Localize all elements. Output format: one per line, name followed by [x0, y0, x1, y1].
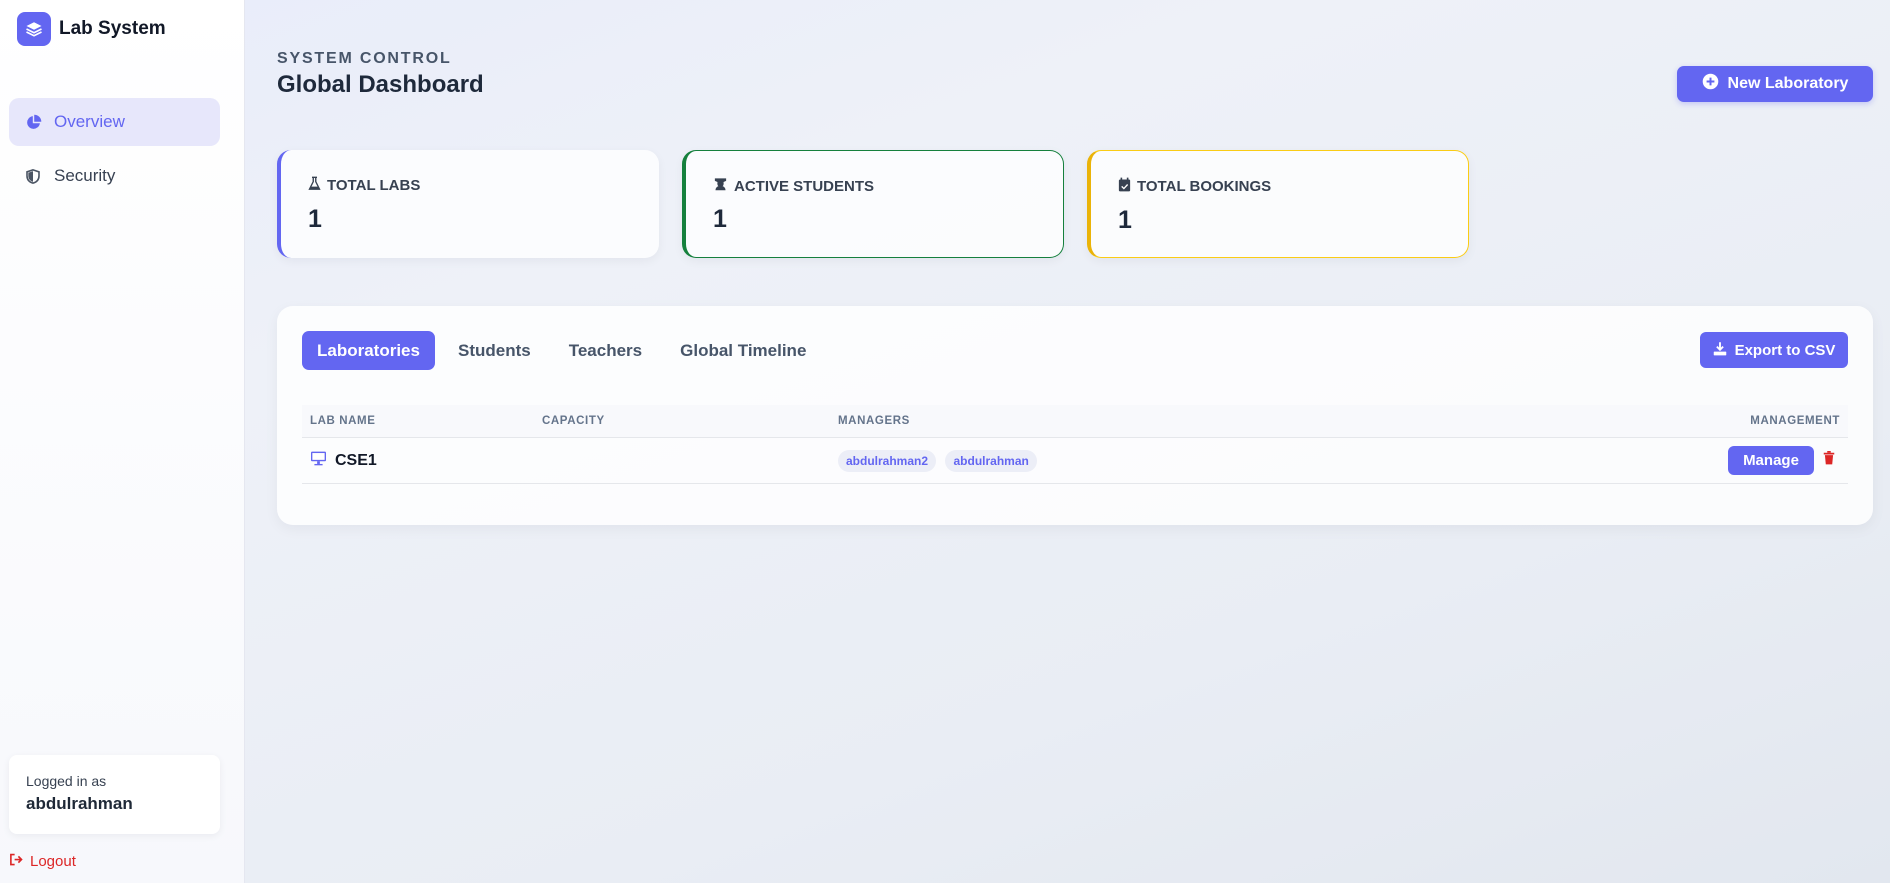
manager-chip: abdulrahman: [945, 449, 1037, 472]
managers-cell: abdulrahman2 abdulrahman: [838, 449, 1668, 472]
tab-global-timeline[interactable]: Global Timeline: [665, 331, 821, 370]
sidebar-item-overview[interactable]: Overview: [9, 98, 220, 146]
new-laboratory-button[interactable]: New Laboratory: [1677, 66, 1873, 102]
shield-icon: [24, 167, 42, 185]
export-csv-label: Export to CSV: [1734, 341, 1836, 359]
graduate-icon: [713, 177, 728, 195]
lab-name: CSE1: [335, 451, 377, 469]
brand-name: Lab System: [59, 18, 166, 39]
stat-value: 1: [1118, 206, 1132, 234]
layers-icon: [17, 12, 51, 46]
flask-icon: [308, 176, 321, 195]
trash-icon[interactable]: [1823, 451, 1835, 470]
stat-card-total-bookings: TOTAL BOOKINGS 1: [1087, 150, 1469, 258]
desktop-icon: [310, 451, 327, 471]
page-title: Global Dashboard: [277, 71, 484, 98]
sidebar-item-label: Security: [54, 166, 116, 185]
user-info-card: Logged in as abdulrahman: [9, 755, 220, 834]
manager-chip: abdulrahman2: [838, 449, 937, 472]
download-icon: [1713, 341, 1727, 360]
sidebar: Lab System Overview Security Logged in a…: [0, 0, 245, 883]
pie-chart-icon: [24, 113, 42, 131]
new-laboratory-label: New Laboratory: [1727, 75, 1849, 92]
stat-card-total-labs: TOTAL LABS 1: [277, 150, 659, 258]
stat-value: 1: [713, 205, 727, 233]
tab-teachers[interactable]: Teachers: [554, 331, 657, 370]
column-header-capacity[interactable]: CAPACITY: [542, 415, 838, 427]
page-eyebrow: SYSTEM CONTROL: [277, 50, 452, 67]
laboratories-table: LAB NAME CAPACITY MANAGERS MANAGEMENT CS…: [302, 405, 1848, 484]
stat-card-active-students: ACTIVE STUDENTS 1: [682, 150, 1064, 258]
column-header-lab-name[interactable]: LAB NAME: [302, 415, 542, 427]
column-header-management[interactable]: MANAGEMENT: [1668, 415, 1848, 427]
stat-label: TOTAL LABS: [327, 177, 421, 194]
sidebar-item-label: Overview: [54, 112, 125, 131]
logout-button[interactable]: Logout: [9, 853, 76, 870]
column-header-managers[interactable]: MANAGERS: [838, 415, 1668, 427]
export-csv-button[interactable]: Export to CSV: [1700, 332, 1848, 368]
logged-in-label: Logged in as: [26, 773, 107, 789]
tab-bar: Laboratories Students Teachers Global Ti…: [302, 331, 821, 370]
username: abdulrahman: [26, 794, 133, 813]
main-panel: Laboratories Students Teachers Global Ti…: [277, 306, 1873, 525]
sidebar-nav: Overview Security: [9, 98, 220, 206]
sidebar-item-security[interactable]: Security: [9, 152, 220, 200]
tab-laboratories[interactable]: Laboratories: [302, 331, 435, 370]
stat-value: 1: [308, 205, 322, 233]
plus-circle-icon: [1702, 73, 1719, 95]
logout-label: Logout: [30, 853, 76, 870]
table-row: CSE1 abdulrahman2 abdulrahman Manage: [302, 438, 1848, 484]
manage-button[interactable]: Manage: [1728, 446, 1814, 475]
logout-icon: [9, 853, 24, 870]
stat-label: TOTAL BOOKINGS: [1137, 178, 1272, 195]
stat-label: ACTIVE STUDENTS: [734, 177, 875, 195]
table-header: LAB NAME CAPACITY MANAGERS MANAGEMENT: [302, 405, 1848, 438]
calendar-check-icon: [1118, 177, 1131, 196]
tab-students[interactable]: Students: [443, 331, 546, 370]
brand[interactable]: Lab System: [17, 12, 166, 46]
